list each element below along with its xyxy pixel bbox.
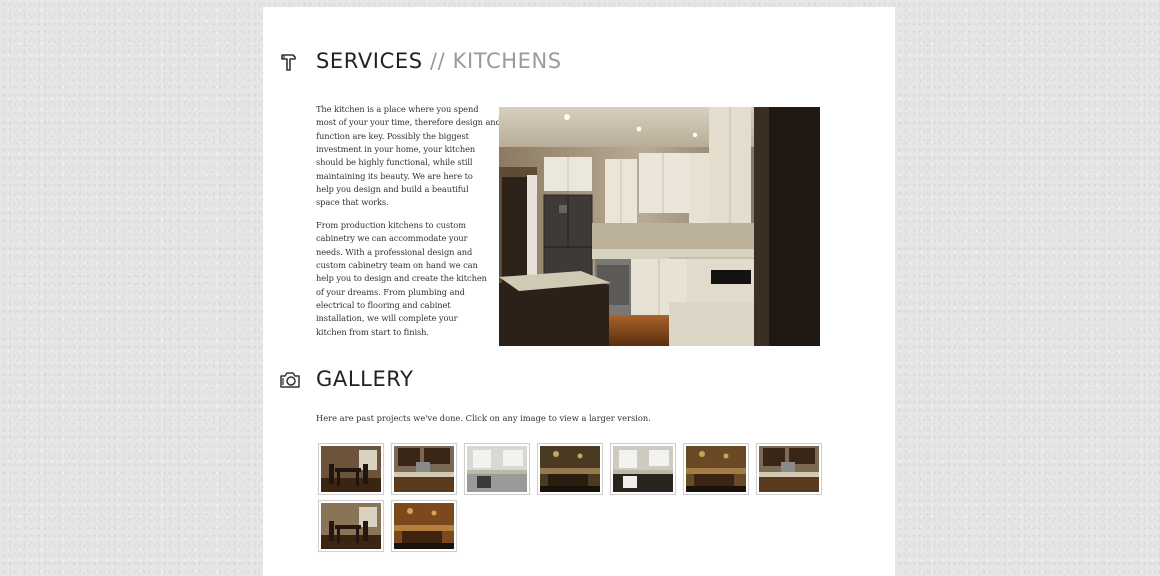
gallery-thumb-7-image <box>759 446 819 492</box>
title-kitchens: KITCHENS <box>452 49 562 73</box>
services-paragraph-2-line: help you to design and create the kitche… <box>316 273 487 284</box>
gallery-intro-text: Here are past projects we've done. Click… <box>316 413 651 423</box>
gallery-thumb-1[interactable] <box>318 443 384 495</box>
services-paragraph-2: From production kitchens to custom cabine… <box>316 219 487 339</box>
gallery-thumb-5[interactable] <box>610 443 676 495</box>
gallery-thumb-4-image <box>540 446 600 492</box>
page-title: SERVICES // KITCHENS <box>316 49 562 73</box>
services-paragraph-1-line: help you design and build a beautiful <box>316 184 469 195</box>
services-paragraph-2-line: From production kitchens to custom <box>316 220 466 230</box>
gallery-thumb-8-image <box>321 503 381 549</box>
services-paragraph-1-line: function are key. Possibly the biggest <box>316 130 469 141</box>
services-paragraph-2-line: custom cabinetry team on hand we can <box>316 260 478 271</box>
services-paragraph-2-line: needs. With a professional design and <box>316 246 473 257</box>
content-panel: SERVICES // KITCHENS The kitchen is a pl… <box>263 7 895 576</box>
gallery-thumb-6-image <box>686 446 746 492</box>
gallery-thumb-4[interactable] <box>537 443 603 495</box>
services-paragraph-1-line: should be highly functional, while still <box>316 157 473 168</box>
gallery-thumb-8[interactable] <box>318 500 384 552</box>
hammer-icon <box>279 51 301 73</box>
gallery-thumb-9[interactable] <box>391 500 457 552</box>
services-paragraph-1-line: maintaining its beauty. We are here to <box>316 170 473 181</box>
gallery-thumb-3[interactable] <box>464 443 530 495</box>
gallery-thumb-6[interactable] <box>683 443 749 495</box>
gallery-thumb-2[interactable] <box>391 443 457 495</box>
services-paragraph-2-line: electrical to flooring and cabinet <box>316 300 451 311</box>
gallery-thumb-3-image <box>467 446 527 492</box>
gallery-thumb-5-image <box>613 446 673 492</box>
services-paragraph-1-line: most of your your time, therefore design… <box>316 117 501 128</box>
camera-icon <box>279 369 301 391</box>
services-paragraph-2-line: kitchen from start to finish. <box>316 326 429 337</box>
gallery-thumb-7[interactable] <box>756 443 822 495</box>
services-paragraph-2-line: cabinetry we can accommodate your <box>316 233 468 244</box>
gallery-thumb-1-image <box>321 446 381 492</box>
gallery-thumb-9-image <box>394 503 454 549</box>
services-paragraph-1-line: investment in your home, your kitchen <box>316 144 476 155</box>
services-paragraph-1: The kitchen is a place where you spend mo… <box>316 103 501 210</box>
services-paragraph-2-line: installation, we will complete your <box>316 313 458 324</box>
title-separator: // <box>422 49 453 73</box>
services-paragraph-1-line: The kitchen is a place where you spend <box>316 104 479 114</box>
gallery-thumb-2-image <box>394 446 454 492</box>
services-paragraph-1-line: space that works. <box>316 197 389 208</box>
kitchen-photo <box>499 107 820 346</box>
services-paragraph-2-line: of your dreams. From plumbing and <box>316 286 465 297</box>
gallery-title: GALLERY <box>316 367 414 391</box>
title-services: SERVICES <box>316 49 423 73</box>
